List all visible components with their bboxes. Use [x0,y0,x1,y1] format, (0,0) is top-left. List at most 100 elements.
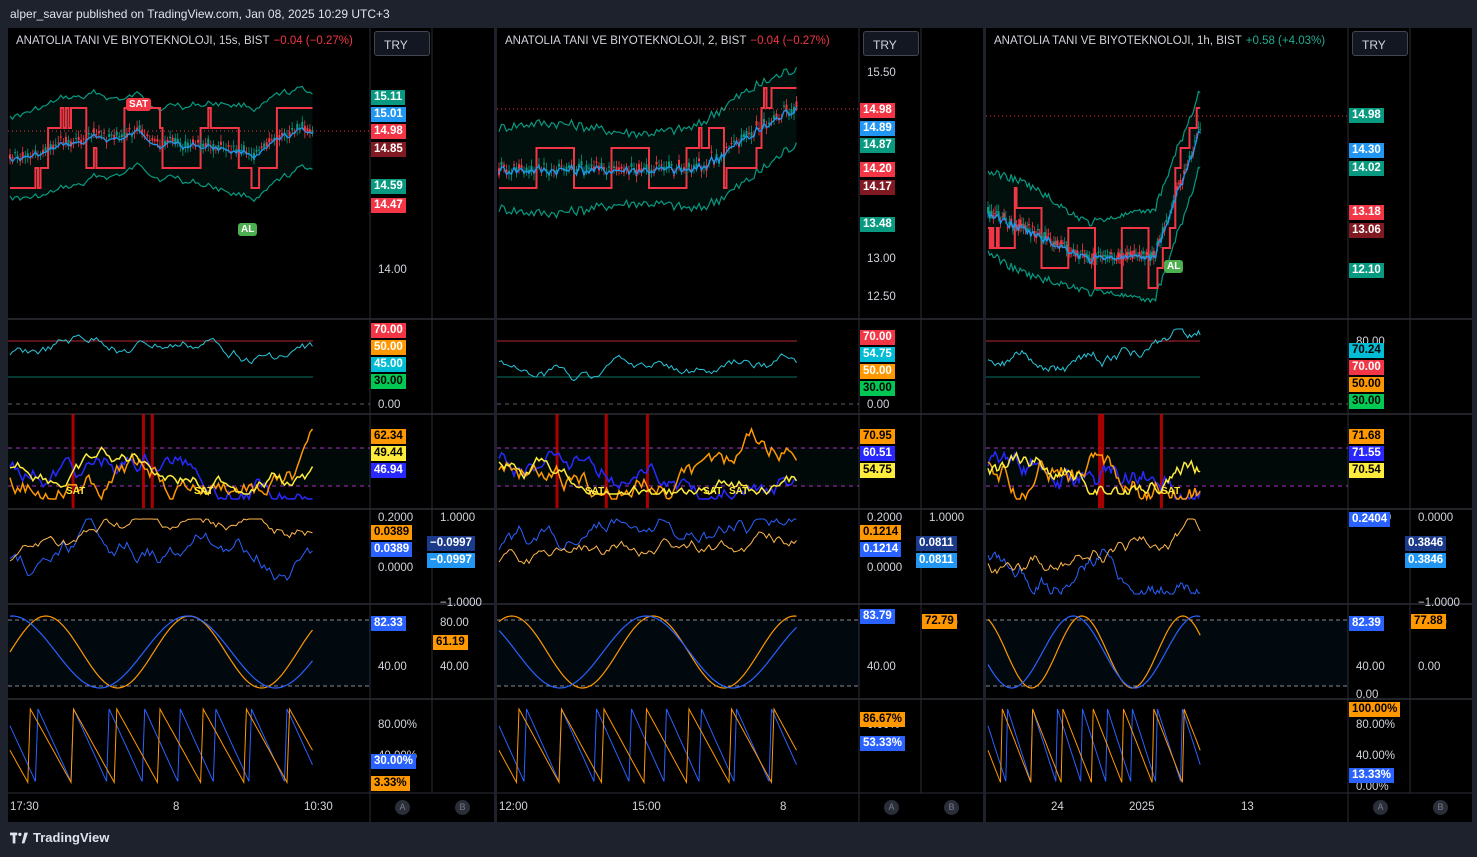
candle-body [118,135,121,138]
aroon-tags-value: 30.00% [371,754,417,769]
osc-signal-bar [604,414,608,508]
correlation-pane[interactable] [498,518,797,565]
time-axis-label: 17:30 [10,801,39,813]
candle-body [630,163,633,167]
axis-tick-label: 40.00 [440,661,469,673]
candle-body [54,144,57,147]
scale-b-button[interactable]: B [944,800,959,815]
rsi-pane[interactable] [986,328,1348,405]
candle-body [64,136,67,143]
candle-body [783,105,785,107]
candle-body [270,139,273,141]
aroon-tags-value: 3.33% [371,776,410,791]
time-axis-label: 8 [780,801,787,813]
price-tags-value: 13.18 [1349,205,1384,220]
candle-body [1047,233,1050,235]
aroon-pane[interactable] [9,707,313,785]
osc-sell-label: SAT [585,486,604,497]
candle-body [655,161,658,165]
chart-panel-2[interactable]: 15.50 13.00 12.50 0.00 0.2000 0.0000 1.0000 40.… [497,28,983,822]
aroon-tags-value: 86.67% [860,712,906,727]
symbol-title[interactable]: ANATOLIA TANI VE BIYOTEKNOLOJI, 1h, BIST [994,35,1242,47]
scale-b-button[interactable]: B [1433,800,1448,815]
symbol-title[interactable]: ANATOLIA TANI VE BIYOTEKNOLOJI, 15s, BIS… [16,35,270,47]
rsi-tags-value: 50.00 [371,340,406,355]
time-axis-label: 24 [1051,801,1064,813]
candle-body [668,161,670,167]
aroon-tags-value: 100.00% [1349,702,1401,717]
buy-signal: AL [1164,260,1184,273]
corr-b_tags-value: 0.3846 [1405,553,1447,568]
currency-button[interactable]: TRY [863,31,919,56]
candle-body [1042,236,1045,238]
currency-button[interactable]: TRY [1352,31,1408,56]
candle-body [725,147,728,149]
candle-body [595,161,598,163]
chart-canvas[interactable]: 15.50 13.00 12.50 0.00 0.2000 0.0000 1.0000 40.… [497,28,983,822]
axis-tick-label: 40.00 [378,661,407,673]
candle-body [1097,251,1100,253]
candle-body [670,163,673,166]
osc-signal-bar [1098,414,1102,508]
candle-body [219,141,222,145]
osc-tags-value: 62.34 [371,429,406,444]
candle-body [138,125,141,130]
candle-body [1199,129,1202,131]
rsi-pane[interactable] [497,340,859,405]
symbol-legend[interactable]: ANATOLIA TANI VE BIYOTEKNOLOJI, 2, BIST −… [505,35,830,47]
aroon-pane[interactable] [987,708,1201,783]
chart-panel-3[interactable]: 80.000.000.00000.0000−1.000040.000.0040.… [986,28,1472,822]
time-axis-label: 13 [1241,801,1254,813]
price-pane[interactable] [8,85,370,203]
symbol-legend[interactable]: ANATOLIA TANI VE BIYOTEKNOLOJI, 1h, BIST… [994,35,1325,47]
stoch-band [497,620,859,686]
candle-body [92,128,95,133]
candle-body [590,164,593,167]
symbol-title[interactable]: ANATOLIA TANI VE BIYOTEKNOLOJI, 2, BIST [505,35,746,47]
oscillator-pane[interactable] [497,414,859,508]
chart-panel-1[interactable]: 14.00 0.00 0.2000 0.0000 1.0000 −1.0000 40.00 8… [8,28,494,822]
stoch-tags-value: 82.33 [371,616,406,631]
rsi-tags-value: 45.00 [371,357,406,372]
sell-signal: SAT [126,98,152,111]
candle-body [1028,224,1031,226]
candle-body [87,133,90,135]
stochastic-pane[interactable] [986,615,1348,689]
stoch-b_tags-value: 61.19 [433,635,468,650]
aroon-pane[interactable] [498,707,797,785]
candle-body [1104,255,1107,258]
scale-a-button[interactable]: A [884,800,899,815]
correlation-pane[interactable] [9,518,313,582]
axis-tick-label: 1.0000 [929,512,964,524]
chart-canvas[interactable]: 14.00 0.00 0.2000 0.0000 1.0000 −1.0000 40.00 8… [8,28,494,822]
candle-body [291,128,294,130]
aroon-down-line [9,708,313,782]
price-tags-value: 14.89 [860,121,895,136]
axis-tick-label: 0.00 [867,399,889,411]
candle-body [11,157,14,159]
scale-b-button[interactable]: B [455,800,470,815]
stochastic-pane[interactable] [8,615,370,689]
scale-a-button[interactable]: A [1373,800,1388,815]
stoch-tags-value: 82.39 [1349,616,1384,631]
scale-a-button[interactable]: A [395,800,410,815]
candle-body [987,207,989,214]
correlation-pane[interactable] [987,518,1201,595]
candle-body [608,166,610,168]
tradingview-logo[interactable]: TradingView [10,830,109,845]
corr-tags-value: 0.0389 [371,542,413,557]
candle-body [128,127,131,130]
price-pane[interactable] [497,67,859,220]
corr-tags-value: 0.1214 [860,525,902,540]
rsi-pane[interactable] [8,334,370,405]
corr-orange-line [9,518,313,562]
oscillator-pane[interactable] [8,414,370,508]
stochastic-pane[interactable] [497,615,859,689]
axis-tick-label: 0.0000 [867,562,902,574]
candle-body [1067,254,1070,256]
corr-tags-value: 0.1214 [860,542,902,557]
currency-button[interactable]: TRY [374,31,430,56]
price-tags-value: 14.98 [1349,108,1384,123]
price-tags-value: 14.87 [860,138,895,153]
symbol-legend[interactable]: ANATOLIA TANI VE BIYOTEKNOLOJI, 15s, BIS… [16,35,353,47]
